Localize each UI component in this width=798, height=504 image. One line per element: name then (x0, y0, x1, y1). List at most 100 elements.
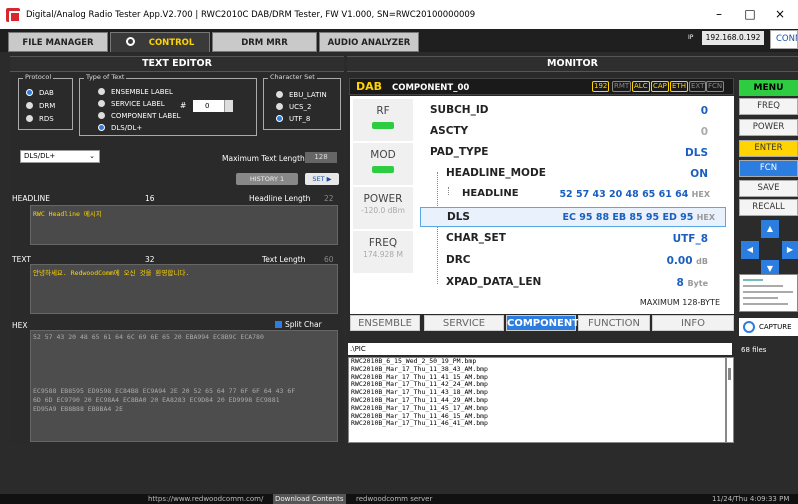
right-arrow-button[interactable]: ▶ (782, 241, 798, 259)
tab-service[interactable]: SERVICE (424, 315, 504, 331)
radio-label: UTF_8 (289, 115, 311, 123)
hex-output: 52 57 43 20 48 65 61 64 6C 69 6E 65 20 E… (30, 330, 338, 442)
radio-label: RDS (39, 115, 54, 123)
row-value: EC 95 88 EB 85 95 ED 95 HEX (562, 212, 715, 223)
split-char-checkbox[interactable]: Split Char (275, 320, 322, 329)
service-label-radio[interactable]: SERVICE LABEL (98, 100, 165, 108)
radio-label: DLS/DL+ (111, 124, 143, 132)
badge-rmt: RMT (612, 81, 632, 92)
text-editor-header: TEXT EDITOR (10, 56, 344, 72)
scrollbar-thumb[interactable] (728, 368, 731, 380)
radio-icon (98, 112, 105, 119)
up-arrow-button[interactable]: ▲ (761, 220, 779, 238)
freq-indicator[interactable]: FREQ 174.928 M (353, 231, 413, 273)
rf-label: RF (376, 105, 390, 117)
text-label: TEXT (12, 255, 31, 264)
capture-button[interactable]: CAPTURE (739, 318, 798, 336)
mod-label: MOD (370, 149, 396, 161)
power-button[interactable]: POWER (739, 119, 798, 136)
row-key: DLS (447, 211, 470, 223)
tab-info[interactable]: INFO (652, 315, 734, 331)
row-headline[interactable]: HEADLINE 52 57 43 20 48 65 61 64 HEX (420, 185, 720, 205)
row-subch-id[interactable]: SUBCH_ID 0 (420, 101, 720, 121)
protocol-dab-radio[interactable]: DAB (26, 89, 54, 97)
pic-path-field[interactable]: .\PIC (348, 343, 732, 355)
hash-label: # (180, 101, 187, 110)
component-label-radio[interactable]: COMPONENT LABEL (98, 112, 181, 120)
radio-label: DAB (39, 89, 54, 97)
tab-ensemble[interactable]: ENSEMBLE (350, 315, 420, 331)
split-char-label: Split Char (285, 320, 322, 329)
label-index-stepper[interactable]: 0 (193, 100, 233, 112)
recall-button[interactable]: RECALL (739, 199, 798, 216)
row-pad-type[interactable]: PAD_TYPE DLS (420, 143, 720, 163)
protocol-drm-radio[interactable]: DRM (26, 102, 55, 110)
row-headline-mode[interactable]: HEADLINE_MODE ON (420, 164, 720, 184)
max-text-length-value: 128 (305, 152, 337, 163)
row-value: 0 (700, 105, 708, 117)
row-char-set[interactable]: CHAR_SET UTF_8 (420, 229, 720, 249)
charset-ucs2-radio[interactable]: UCS_2 (276, 103, 311, 111)
row-ascty[interactable]: ASCTY 0 (420, 122, 720, 142)
file-list[interactable]: RWC2010B_6_15_Wed_2_50_19_PM.bmp RWC2010… (348, 357, 726, 443)
row-drc[interactable]: DRC 0.00 dB (420, 251, 720, 271)
ensemble-label-radio[interactable]: ENSEMBLE LABEL (98, 88, 173, 96)
set-button[interactable]: SET ▶ (305, 173, 339, 185)
protocol-rds-radio[interactable]: RDS (26, 115, 54, 123)
radio-icon (276, 103, 283, 110)
mod-led-icon (372, 166, 394, 173)
row-value: UTF_8 (672, 233, 708, 245)
dls-radio[interactable]: DLS/DL+ (98, 124, 142, 132)
maximize-button[interactable]: □ (735, 0, 765, 29)
freq-button[interactable]: FREQ (739, 98, 798, 115)
tab-bar: FILE MANAGER CONTROL DRM MRR AUDIO ANALY… (0, 29, 798, 52)
title-bar: Digital/Analog Radio Tester App.V2.700 |… (0, 0, 798, 29)
tab-function[interactable]: FUNCTION (578, 315, 650, 331)
history-button[interactable]: HISTORY 1 (236, 173, 298, 185)
status-bar: https://www.redwoodcomm.com/ Download Co… (0, 494, 798, 504)
text-count: 32 (145, 255, 155, 264)
connected-button[interactable]: CONNECTED (770, 30, 798, 49)
power-indicator[interactable]: POWER -120.0 dBm (353, 187, 413, 229)
monitor-header: MONITOR (347, 56, 798, 72)
text-type-select[interactable]: DLS/DL+ ⌄ (20, 150, 100, 163)
tab-audio-analyzer[interactable]: AUDIO ANALYZER (319, 32, 419, 52)
list-item[interactable]: RWC2010B_Mar_17_Thu_11_46_41_AM.bmp (351, 420, 725, 428)
row-value: 0 (700, 126, 708, 138)
headline-input[interactable]: RWC Headline 메시지 (30, 205, 338, 245)
row-xpad-data-len[interactable]: XPAD_DATA_LEN 8 Byte (420, 273, 720, 293)
enter-button[interactable]: ENTER (739, 140, 798, 157)
hex-label: HEX (12, 321, 28, 330)
headline-length-label: Headline Length (249, 194, 311, 203)
charset-ebu-latin-radio[interactable]: EBU_LATIN (276, 91, 327, 99)
row-key: HEADLINE (462, 188, 519, 199)
download-contents-button[interactable]: Download Contents (273, 494, 346, 504)
radio-icon (98, 100, 105, 107)
headline-length-value: 22 (324, 194, 334, 203)
website-link[interactable]: https://www.redwoodcomm.com/ (148, 494, 263, 504)
row-value: 8 Byte (676, 277, 708, 289)
minimize-button[interactable]: – (704, 0, 734, 29)
save-button[interactable]: SAVE (739, 180, 798, 197)
rf-indicator[interactable]: RF (353, 99, 413, 141)
tab-control[interactable]: CONTROL (110, 32, 210, 52)
hex-line: EC9588 EB8595 ED9598 EC84B8 EC9A94 2E 20… (33, 387, 296, 395)
row-key: DRC (446, 254, 471, 266)
ip-address-field[interactable]: 192.168.0.192 (702, 31, 764, 45)
chevron-down-icon: ⌄ (89, 152, 95, 160)
mod-indicator[interactable]: MOD (353, 143, 413, 185)
row-dls[interactable]: DLS EC 95 88 EB 85 95 ED 95 HEX (420, 207, 726, 227)
capture-thumbnail[interactable] (739, 274, 798, 312)
charset-utf8-radio[interactable]: UTF_8 (276, 115, 310, 123)
tab-component[interactable]: COMPONENT (506, 315, 579, 331)
close-button[interactable]: × (765, 0, 795, 29)
tab-drm-mrr[interactable]: DRM MRR (212, 32, 317, 52)
badge-ext: EXT (689, 81, 707, 92)
text-input[interactable]: 안녕하세요. RedwoodComm에 오신 것을 환영합니다. (30, 264, 338, 314)
hex-line: ED95A9 EB8B88 EB8BA4 2E (33, 405, 124, 413)
tab-file-manager[interactable]: FILE MANAGER (8, 32, 108, 52)
radio-icon (26, 115, 33, 122)
left-arrow-button[interactable]: ◀ (741, 241, 759, 259)
max-text-length-label: Maximum Text Length (222, 154, 305, 163)
fcn-button[interactable]: FCN (739, 160, 798, 177)
